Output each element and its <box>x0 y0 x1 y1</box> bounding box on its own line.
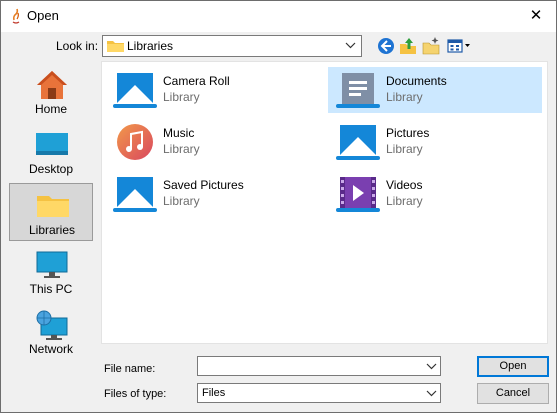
item-type: Library <box>163 142 200 156</box>
desktop-icon <box>36 133 68 155</box>
look-in-label: Look in: <box>56 39 99 53</box>
folder-icon <box>107 41 124 52</box>
item-type: Library <box>386 142 423 156</box>
list-item-music[interactable]: Music Library <box>105 119 319 165</box>
list-item-pictures[interactable]: Pictures Library <box>328 119 542 165</box>
chevron-down-icon[interactable] <box>426 363 437 370</box>
music-library-icon <box>117 124 153 160</box>
places-item-label: Home <box>34 102 67 116</box>
cancel-button[interactable]: Cancel <box>477 383 549 404</box>
home-icon <box>37 71 67 99</box>
places-item-label: Network <box>28 342 73 356</box>
places-item-home[interactable]: Home <box>9 63 93 121</box>
camera-roll-library-icon <box>113 73 157 108</box>
item-type: Library <box>163 194 200 208</box>
look-in-value: Libraries <box>127 39 174 53</box>
places-item-label: Libraries <box>28 223 76 237</box>
computer-icon <box>36 251 68 278</box>
places-item-network[interactable]: Network <box>9 303 93 361</box>
file-type-select[interactable]: Files <box>197 383 441 403</box>
libraries-folder-icon <box>37 196 69 217</box>
item-name: Documents <box>386 74 447 88</box>
item-name: Music <box>163 126 195 140</box>
close-icon[interactable]: ✕ <box>524 5 548 27</box>
file-name-input[interactable] <box>197 356 441 376</box>
open-button[interactable]: Open <box>477 356 549 377</box>
places-item-libraries[interactable]: Libraries <box>9 183 93 241</box>
list-item-documents[interactable]: Documents Library <box>328 67 542 113</box>
list-item-videos[interactable]: Videos Library <box>328 171 542 217</box>
item-type: Library <box>386 90 423 104</box>
places-item-this-pc[interactable]: This PC <box>9 243 93 301</box>
documents-library-icon <box>336 73 380 108</box>
title-bar: Open ✕ <box>1 1 556 32</box>
open-dialog: Open ✕ Look in: Libraries Home Desktop L… <box>0 0 557 413</box>
videos-library-icon <box>336 177 380 212</box>
up-folder-icon[interactable] <box>398 36 418 56</box>
places-item-label: This PC <box>29 282 73 296</box>
item-name: Pictures <box>386 126 430 140</box>
item-type: Library <box>386 194 423 208</box>
list-item-camera-roll[interactable]: Camera Roll Library <box>105 67 319 113</box>
look-in-combobox[interactable]: Libraries <box>102 35 362 57</box>
places-item-desktop[interactable]: Desktop <box>9 123 93 181</box>
back-arrow-icon[interactable] <box>376 36 396 56</box>
new-folder-icon[interactable] <box>421 36 441 56</box>
chevron-down-icon[interactable] <box>345 42 356 49</box>
file-name-label: File name: <box>104 363 156 375</box>
chevron-down-icon[interactable] <box>426 390 437 397</box>
network-icon <box>36 310 68 340</box>
item-name: Videos <box>386 178 423 192</box>
file-list: Camera Roll Library Documents Library Mu… <box>101 61 548 344</box>
list-item-saved-pictures[interactable]: Saved Pictures Library <box>105 171 319 217</box>
files-of-type-label: Files of type: <box>104 388 167 400</box>
view-menu-icon[interactable] <box>446 36 472 56</box>
file-type-value: Files <box>202 387 226 399</box>
item-name: Camera Roll <box>163 74 230 88</box>
saved-pictures-library-icon <box>113 177 157 212</box>
window-title: Open <box>27 8 59 23</box>
item-name: Saved Pictures <box>163 178 244 192</box>
places-bar: Home Desktop Libraries This PC Network <box>6 61 96 402</box>
java-cup-icon <box>12 8 20 24</box>
places-item-label: Desktop <box>28 162 74 176</box>
item-type: Library <box>163 90 200 104</box>
pictures-library-icon <box>336 125 380 160</box>
